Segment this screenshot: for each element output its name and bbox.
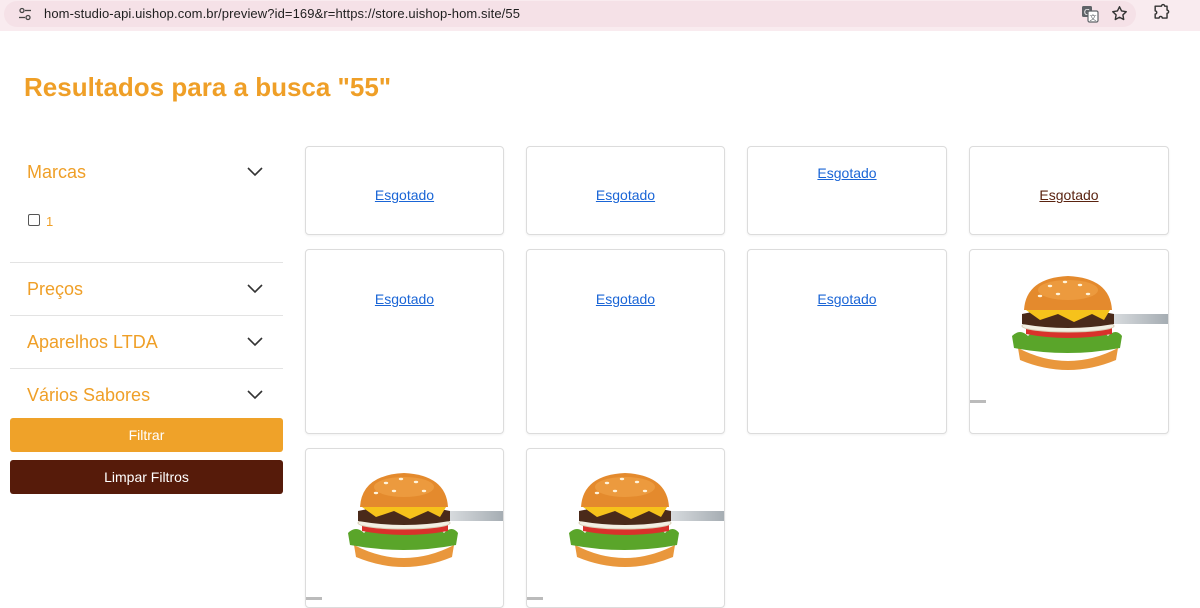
product-card[interactable]: Esgotado (969, 146, 1169, 235)
filter-button[interactable]: Filtrar (10, 418, 283, 452)
page-title: Resultados para a busca "55" (24, 72, 392, 102)
sold-out-link[interactable]: Esgotado (748, 291, 946, 307)
bookmark-star-icon[interactable] (1110, 4, 1129, 23)
browser-toolbar: hom-studio-api.uishop.com.br/preview?id=… (0, 0, 1200, 31)
chevron-down-icon[interactable] (247, 388, 263, 400)
filter-section-label: Vários Sabores (27, 385, 151, 405)
product-card[interactable] (305, 448, 504, 608)
address-bar[interactable]: hom-studio-api.uishop.com.br/preview?id=… (4, 1, 1136, 27)
filter-section-marcas[interactable]: Marcas (10, 146, 283, 198)
sold-out-link[interactable]: Esgotado (527, 187, 724, 203)
extensions-icon[interactable] (1152, 3, 1171, 22)
product-card[interactable] (969, 249, 1169, 434)
burger-image[interactable] (306, 471, 504, 603)
brand-option: 1 (10, 198, 283, 262)
sold-out-link[interactable]: Esgotado (527, 291, 724, 307)
burger-image[interactable] (970, 274, 1169, 406)
sold-out-link[interactable]: Esgotado (306, 291, 503, 307)
translate-icon[interactable]: G 文 (1081, 5, 1099, 23)
product-card[interactable]: Esgotado (305, 146, 504, 235)
filter-sidebar: Marcas 1 Preços Aparelhos LTDA Vários Sa… (10, 146, 283, 421)
product-card[interactable]: Esgotado (747, 249, 947, 434)
chevron-down-icon[interactable] (247, 165, 263, 177)
product-card[interactable]: Esgotado (526, 146, 725, 235)
chevron-down-icon[interactable] (247, 335, 263, 347)
product-card[interactable] (526, 448, 725, 608)
sold-out-link[interactable]: Esgotado (748, 165, 946, 181)
filter-section-aparelhos[interactable]: Aparelhos LTDA (10, 316, 283, 368)
svg-text:文: 文 (1090, 13, 1097, 22)
product-card[interactable]: Esgotado (747, 146, 947, 235)
burger-image[interactable] (527, 471, 725, 603)
filter-section-sabores[interactable]: Vários Sabores (10, 369, 283, 421)
filter-section-label: Preços (27, 279, 84, 299)
filter-section-label: Marcas (27, 162, 87, 182)
brand-option-label[interactable]: 1 (46, 214, 53, 229)
chevron-down-icon[interactable] (247, 282, 263, 294)
product-card[interactable]: Esgotado (526, 249, 725, 434)
filter-section-label: Aparelhos LTDA (27, 332, 158, 352)
clear-filters-button[interactable]: Limpar Filtros (10, 460, 283, 494)
sold-out-link[interactable]: Esgotado (306, 187, 503, 203)
filter-section-precos[interactable]: Preços (10, 263, 283, 315)
site-settings-icon[interactable] (18, 7, 32, 21)
url-text[interactable]: hom-studio-api.uishop.com.br/preview?id=… (44, 6, 520, 21)
sold-out-link[interactable]: Esgotado (970, 187, 1168, 203)
product-card[interactable]: Esgotado (305, 249, 504, 434)
brand-checkbox[interactable] (28, 214, 40, 226)
